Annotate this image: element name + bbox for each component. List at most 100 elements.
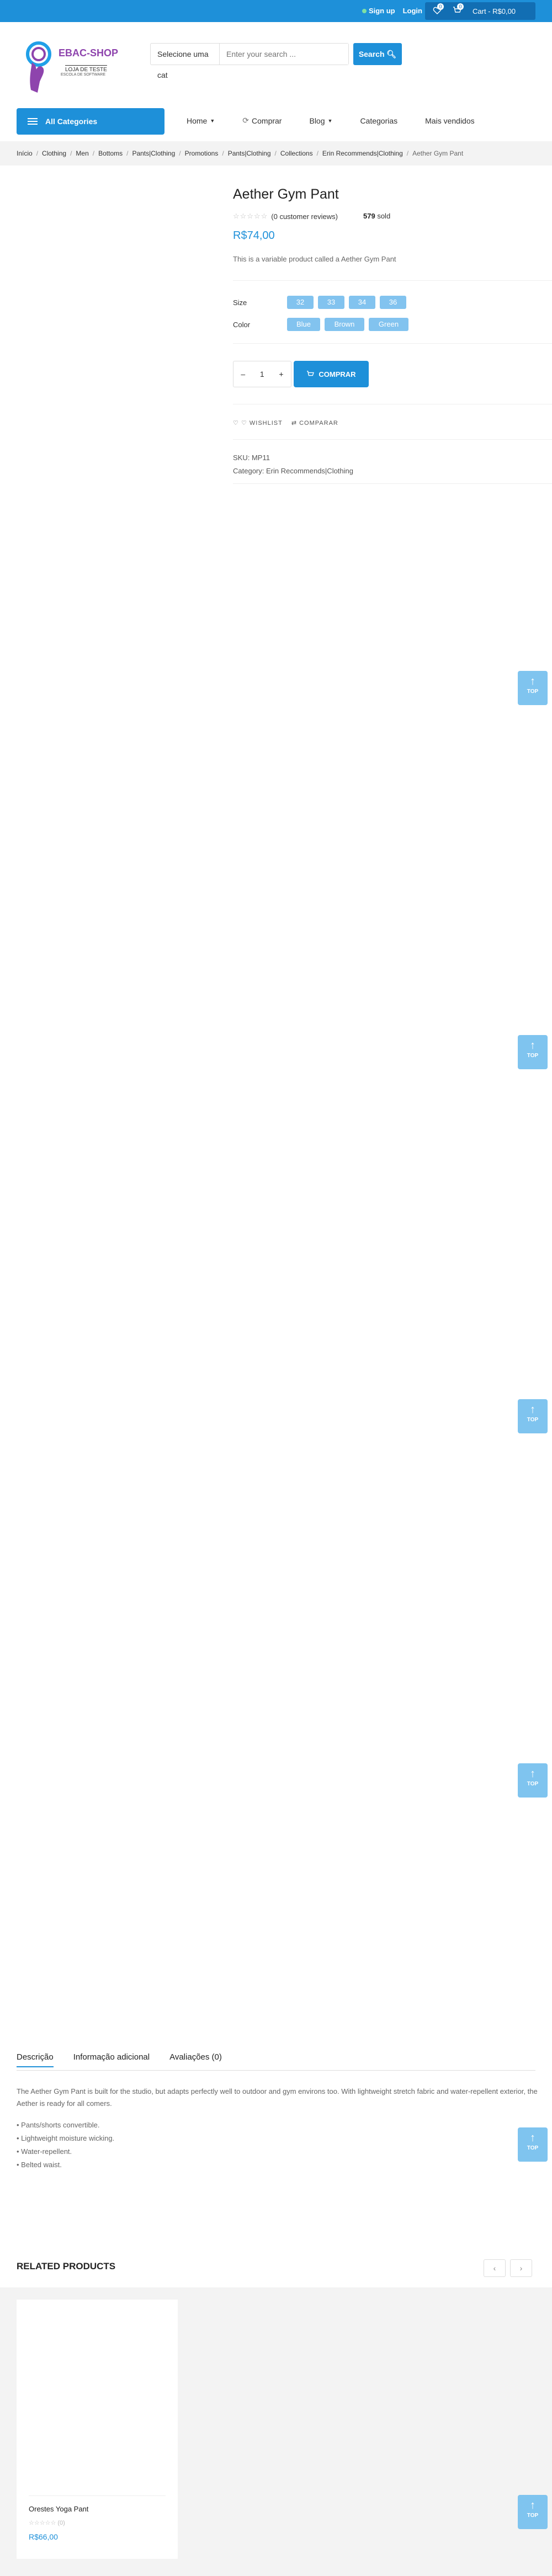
back-to-top-button[interactable]: ↑ TOP — [518, 2495, 548, 2529]
back-to-top-button[interactable]: ↑ TOP — [518, 1763, 548, 1798]
breadcrumb-item[interactable]: Erin Recommends|Clothing — [322, 150, 403, 157]
breadcrumb-separator: / — [36, 150, 39, 157]
add-to-wishlist-button[interactable]: ♡ ♡ WISHLIST — [233, 419, 283, 426]
menu-item-categorias[interactable]: Categorias — [360, 116, 397, 125]
back-to-top-button[interactable]: ↑ TOP — [518, 1035, 548, 1069]
logo-tagline: LOJA DE TESTE — [65, 65, 107, 73]
review-count-link[interactable]: (0 customer reviews) — [271, 212, 338, 221]
size-label: Size — [233, 298, 247, 307]
product-rating: ☆☆☆☆☆ (0 customer reviews) — [233, 212, 338, 221]
breadcrumb-item[interactable]: Men — [76, 150, 88, 157]
decrease-quantity-button[interactable]: – — [241, 370, 245, 378]
breadcrumb-item[interactable]: Promotions — [185, 150, 219, 157]
rating-stars-icon: ☆☆☆☆☆ — [29, 2520, 56, 2526]
wishlist-icon[interactable]: 0 — [433, 3, 444, 15]
divider — [29, 2495, 166, 2496]
back-to-top-button[interactable]: ↑ TOP — [518, 2127, 548, 2162]
tab-additional-info[interactable]: Informação adicional — [73, 2052, 150, 2067]
description-text: The Aether Gym Pant is built for the stu… — [17, 2087, 538, 2108]
color-label: Color — [233, 321, 251, 329]
category-link[interactable]: Erin Recommends|Clothing — [266, 467, 353, 475]
heart-icon: ♡ — [241, 420, 247, 426]
arrow-up-icon: ↑ — [530, 2499, 535, 2511]
product-card-rating: ☆☆☆☆☆ (0) — [29, 2520, 65, 2526]
color-option[interactable]: Blue — [287, 318, 320, 331]
feature-item: • Pants/shorts convertible. — [17, 2121, 100, 2129]
account-links: Sign up Login — [362, 7, 422, 15]
breadcrumb-separator: / — [179, 150, 181, 157]
breadcrumb-separator: / — [274, 150, 277, 157]
product-short-description: This is a variable product called a Aeth… — [233, 255, 396, 263]
breadcrumb-item[interactable]: Início — [17, 150, 33, 157]
menu-item-blog[interactable]: Blog ▼ — [309, 116, 332, 125]
feature-item: • Lightweight moisture wicking. — [17, 2134, 115, 2142]
cart-box[interactable]: 0 0 Cart - R$0,00 — [425, 2, 535, 20]
arrow-up-icon: ↑ — [530, 1039, 535, 1052]
breadcrumb-separator: / — [316, 150, 319, 157]
breadcrumb-item[interactable]: Bottoms — [98, 150, 123, 157]
size-option[interactable]: 36 — [380, 296, 406, 309]
search-bar: Selecione uma cat — [150, 43, 349, 79]
product-image[interactable] — [17, 2300, 178, 2493]
product-card[interactable]: Orestes Yoga Pant ☆☆☆☆☆ (0) R$66,00 — [17, 2300, 178, 2559]
arrow-up-icon: ↑ — [530, 675, 535, 687]
product-card-price: R$66,00 — [29, 2532, 58, 2541]
menu-item-mais-vendidos[interactable]: Mais vendidos — [425, 116, 475, 125]
related-prev-button[interactable]: ‹ — [484, 2259, 506, 2277]
search-button[interactable]: Search 🔍︎ — [353, 43, 402, 65]
color-option[interactable]: Brown — [325, 318, 364, 331]
refresh-icon: ⟳ — [242, 116, 250, 125]
breadcrumb-separator: / — [406, 150, 409, 157]
cart-icon[interactable]: 0 — [453, 3, 464, 15]
sold-count: 579 sold — [363, 212, 391, 220]
product-price: R$74,00 — [233, 230, 275, 242]
login-link[interactable]: Login — [403, 7, 422, 15]
menu-item-comprar[interactable]: ⟳ Comprar — [242, 116, 282, 125]
cart-total[interactable]: Cart - R$0,00 — [473, 7, 516, 15]
size-option[interactable]: 33 — [318, 296, 344, 309]
breadcrumb-separator: / — [126, 150, 129, 157]
breadcrumb-item[interactable]: Clothing — [42, 150, 66, 157]
site-logo[interactable]: EBAC-SHOP LOJA DE TESTE ESCOLA DE SOFTWA… — [21, 38, 120, 98]
divider — [233, 439, 552, 440]
divider — [233, 343, 552, 344]
back-to-top-button[interactable]: ↑ TOP — [518, 1399, 548, 1433]
compare-button[interactable]: ⇄ COMPARAR — [291, 419, 338, 426]
buy-button[interactable]: COMPRAR — [294, 361, 369, 387]
product-card-name[interactable]: Orestes Yoga Pant — [29, 2505, 88, 2513]
back-to-top-button[interactable]: ↑ TOP — [518, 671, 548, 705]
search-input[interactable] — [220, 44, 348, 65]
caret-down-icon: ▼ — [210, 118, 215, 124]
all-categories-button[interactable]: All Categories — [17, 108, 164, 135]
arrow-up-icon: ↑ — [530, 1768, 535, 1780]
breadcrumb-item[interactable]: Pants|Clothing — [132, 150, 175, 157]
divider — [233, 280, 552, 281]
quantity-value[interactable]: 1 — [260, 370, 264, 378]
breadcrumb-item[interactable]: Pants|Clothing — [228, 150, 271, 157]
compare-icon: ⇄ — [291, 420, 298, 426]
breadcrumb-separator: / — [222, 150, 224, 157]
rating-stars-icon: ☆☆☆☆☆ — [233, 212, 268, 220]
breadcrumb-item[interactable]: Collections — [280, 150, 313, 157]
breadcrumb-separator: / — [92, 150, 95, 157]
arrow-up-icon: ↑ — [530, 1404, 535, 1416]
search-category-select[interactable]: Selecione uma cat — [151, 44, 220, 79]
arrow-up-icon: ↑ — [530, 2132, 535, 2144]
related-next-button[interactable]: › — [510, 2259, 532, 2277]
related-products-heading: RELATED PRODUCTS — [17, 2261, 116, 2271]
menu-item-home[interactable]: Home ▼ — [187, 116, 215, 125]
color-option[interactable]: Green — [369, 318, 408, 331]
logo-hand-icon — [26, 41, 51, 93]
breadcrumb-current: Aether Gym Pant — [412, 150, 464, 157]
signup-link[interactable]: Sign up — [362, 7, 395, 15]
product-title: Aether Gym Pant — [233, 186, 339, 202]
divider — [233, 483, 552, 484]
size-option[interactable]: 34 — [349, 296, 375, 309]
increase-quantity-button[interactable]: + — [279, 370, 283, 378]
tab-reviews[interactable]: Avaliações (0) — [169, 2052, 222, 2067]
size-option[interactable]: 32 — [287, 296, 314, 309]
cart-count-badge: 0 — [457, 3, 464, 10]
tab-description[interactable]: Descrição — [17, 2052, 54, 2067]
product-tabs: Descrição Informação adicional Avaliaçõe… — [17, 2052, 222, 2067]
quantity-stepper: – 1 + — [233, 361, 291, 387]
